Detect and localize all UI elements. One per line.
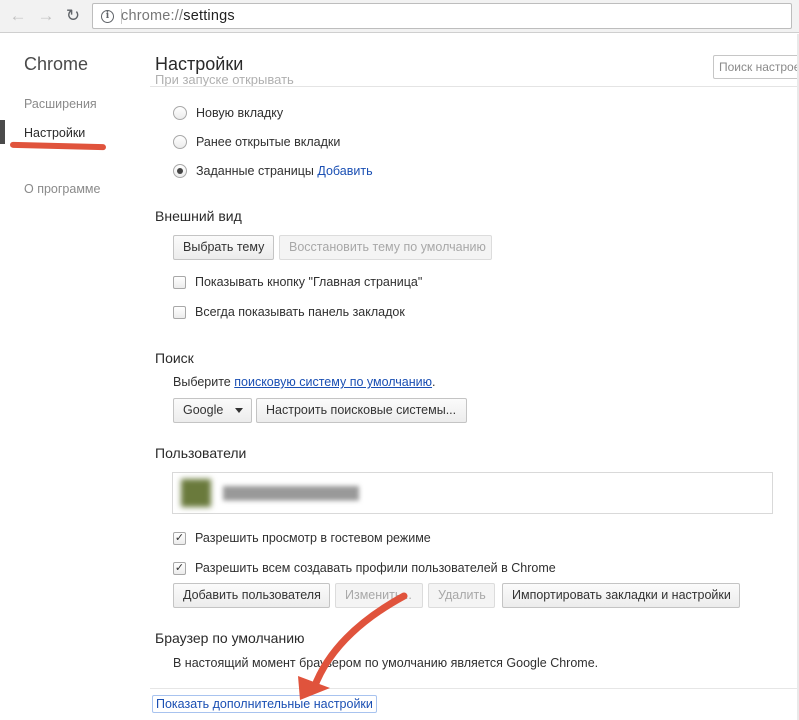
users-section-title: Пользователи (155, 445, 247, 461)
delete-user-button[interactable]: Удалить (428, 583, 495, 608)
radio-button-checked[interactable] (173, 164, 187, 178)
edit-user-button[interactable]: Изменить... (335, 583, 423, 608)
search-suffix-text: . (432, 375, 436, 389)
checkbox-label: Разрешить всем создавать профили пользов… (195, 561, 556, 575)
add-pages-link[interactable]: Добавить (317, 164, 372, 178)
search-engine-value: Google (183, 403, 224, 417)
sidebar: Chrome Расширения Настройки О программе (0, 34, 140, 720)
avatar (181, 479, 211, 507)
checkbox-checked[interactable]: ✓ (173, 561, 186, 575)
settings-page: Chrome Расширения Настройки О программе … (0, 0, 799, 720)
checkbox[interactable] (173, 305, 186, 319)
settings-search-input[interactable] (713, 55, 799, 79)
startup-option-new-tab[interactable]: Новую вкладку (173, 105, 283, 121)
show-bookmarks-bar-option[interactable]: Всегда показывать панель закладок (173, 304, 405, 320)
footer-divider (150, 688, 799, 689)
reset-theme-button[interactable]: Восстановить тему по умолчанию (279, 235, 492, 260)
sidebar-brand: Chrome (24, 54, 89, 74)
sidebar-item-settings[interactable]: Настройки (24, 126, 85, 140)
startup-option-label: Заданные страницы (196, 164, 314, 178)
default-browser-status: В настоящий момент браузером по умолчани… (173, 656, 599, 670)
sidebar-active-indicator (0, 120, 5, 144)
allow-profiles-option[interactable]: ✓ Разрешить всем создавать профили польз… (173, 560, 556, 576)
startup-option-specific-pages[interactable]: Заданные страницы Добавить (173, 163, 373, 179)
default-search-engine-link[interactable]: поисковую систему по умолчанию (234, 375, 432, 389)
checkbox-label: Показывать кнопку "Главная страница" (195, 275, 423, 289)
checkbox-checked[interactable]: ✓ (173, 531, 186, 545)
annotation-underline (9, 141, 107, 151)
radio-button[interactable] (173, 135, 187, 149)
users-list[interactable]: ████████████████ (172, 472, 773, 514)
header-divider (150, 86, 799, 87)
search-engine-description: Выберите поисковую систему по умолчанию. (173, 375, 436, 389)
manage-search-engines-button[interactable]: Настроить поисковые системы... (256, 398, 467, 423)
import-bookmarks-button[interactable]: Импортировать закладки и настройки (502, 583, 740, 608)
user-name-redacted: ████████████████ (223, 486, 360, 500)
checkbox[interactable] (173, 275, 186, 289)
show-advanced-settings-link[interactable]: Показать дополнительные настройки (152, 695, 377, 713)
startup-option-label: Новую вкладку (196, 106, 284, 120)
guest-browsing-option[interactable]: ✓ Разрешить просмотр в гостевом режиме (173, 530, 431, 546)
show-home-button-option[interactable]: Показывать кнопку "Главная страница" (173, 274, 422, 290)
sidebar-item-about[interactable]: О программе (24, 182, 100, 196)
radio-button[interactable] (173, 106, 187, 120)
checkbox-label: Всегда показывать панель закладок (195, 305, 405, 319)
startup-option-continue[interactable]: Ранее открытые вкладки (173, 134, 340, 150)
choose-theme-button[interactable]: Выбрать тему (173, 235, 274, 260)
search-engine-select[interactable]: Google (173, 398, 252, 423)
search-prefix-text: Выберите (173, 375, 235, 389)
startup-option-label: Ранее открытые вкладки (196, 135, 341, 149)
appearance-section-title: Внешний вид (155, 208, 242, 224)
add-user-button[interactable]: Добавить пользователя (173, 583, 330, 608)
chevron-down-icon (235, 408, 244, 414)
sidebar-item-extensions[interactable]: Расширения (24, 97, 97, 111)
default-browser-section-title: Браузер по умолчанию (155, 630, 305, 646)
page-title: Настройки (155, 54, 244, 75)
search-section-title: Поиск (155, 350, 194, 366)
checkbox-label: Разрешить просмотр в гостевом режиме (195, 531, 431, 545)
